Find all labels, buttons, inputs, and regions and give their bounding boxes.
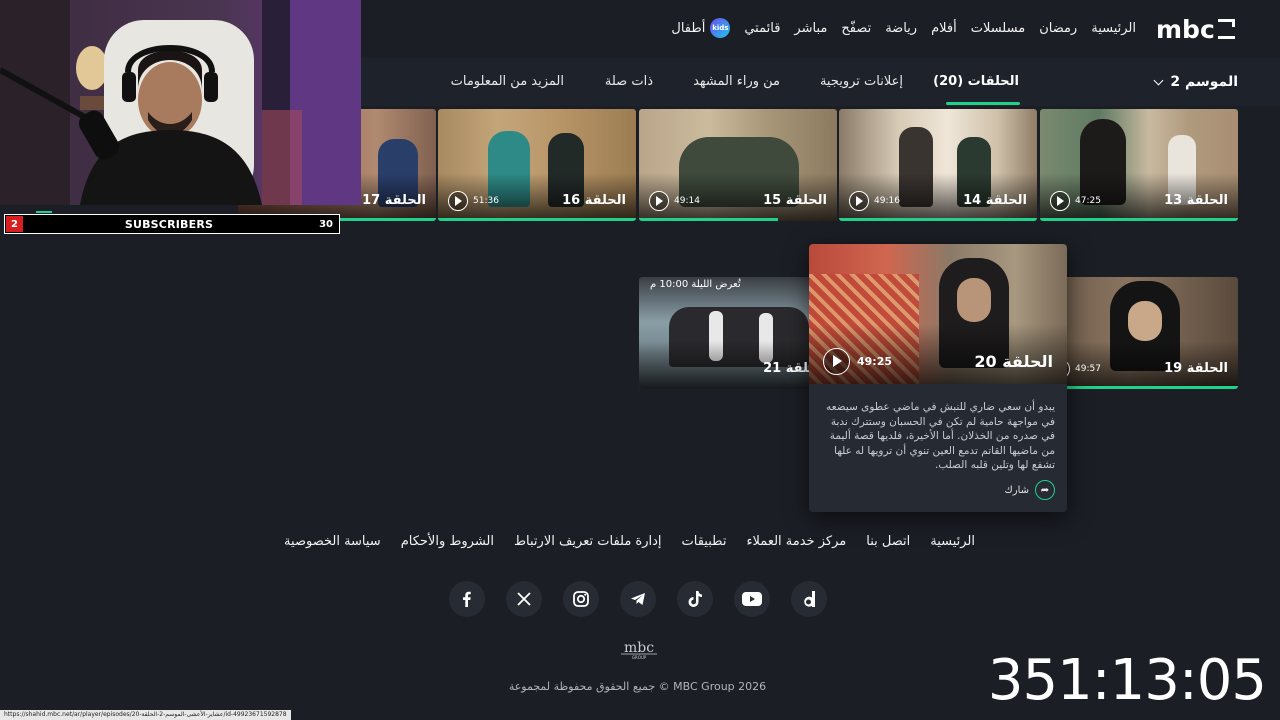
airs-tonight-label: تُعرض الليلة 10:00 م [650, 279, 741, 290]
footer-link-cookies[interactable]: إدارة ملفات تعريف الارتباط [514, 534, 662, 549]
episode-card-14[interactable]: الحلقة 14 49:16 [839, 109, 1037, 221]
watch-progress [1040, 218, 1238, 221]
webcam-overlay [0, 0, 361, 205]
episode-duration: 47:25 [1075, 196, 1101, 206]
season-dropdown[interactable]: الموسم 2 [1153, 74, 1238, 90]
footer-link-customer-service[interactable]: مركز خدمة العملاء [746, 534, 846, 549]
facebook-icon[interactable] [449, 581, 485, 617]
episode-card-21[interactable]: الحلقة 21 [639, 277, 837, 389]
episode-card-16[interactable]: الحلقة 16 51:36 [438, 109, 636, 221]
episode-duration: 49:14 [674, 196, 700, 206]
episode-title: الحلقة 17 [362, 193, 426, 208]
episode-title: الحلقة 19 [1164, 361, 1228, 376]
play-button[interactable]: 49:16 [849, 191, 900, 211]
instagram-icon[interactable] [563, 581, 599, 617]
footer-link-terms[interactable]: الشروط والأحكام [401, 534, 494, 549]
subscriber-progress-fill [36, 211, 53, 213]
mbc-group-logo: mbc GROUP [621, 640, 657, 660]
episode-title: الحلقة 14 [963, 193, 1027, 208]
stream-timer: 351:13:05 [987, 648, 1267, 713]
watch-progress [639, 218, 778, 221]
tab-related[interactable]: ذات صلة [605, 74, 653, 89]
subscriber-count: 2 [6, 216, 23, 232]
x-icon[interactable] [506, 581, 542, 617]
watch-progress [839, 218, 1037, 221]
play-icon [448, 191, 468, 211]
status-bar-url: https://shahid.mbc.net/ar/player/episode… [0, 710, 291, 720]
episode-duration: 49:25 [857, 355, 893, 368]
active-tab-indicator [946, 102, 1020, 105]
play-button[interactable]: 51:36 [448, 191, 499, 211]
play-icon [649, 191, 669, 211]
play-button[interactable]: 47:25 [1050, 191, 1101, 211]
tab-more-info[interactable]: المزيد من المعلومات [451, 74, 564, 89]
episode-hover-card[interactable]: الحلقة 20 49:25 يبدو أن سعي ضاري للنبش ف… [809, 244, 1067, 512]
telegram-icon[interactable] [620, 581, 656, 617]
episode-title: الحلقة 15 [763, 193, 827, 208]
play-button[interactable]: 49:14 [649, 191, 700, 211]
footer-link-contact[interactable]: اتصل بنا [866, 534, 910, 549]
social-links [449, 581, 827, 617]
episode-duration: 49:16 [874, 196, 900, 206]
play-button[interactable]: 49:25 [823, 348, 892, 375]
episode-duration: 51:36 [473, 196, 499, 206]
episode-card-19[interactable]: الحلقة 19 49:57 [1040, 277, 1238, 389]
episode-title: الحلقة 20 [974, 352, 1053, 371]
tab-trailers[interactable]: إعلانات ترويجية [820, 74, 903, 89]
nav-ramadan[interactable]: رمضان [1039, 21, 1077, 36]
episode-title: الحلقة 16 [562, 193, 626, 208]
subscriber-label: SUBSCRIBERS [124, 217, 214, 231]
episode-description: يبدو أن سعي ضاري للنبش في ماضي عطوى سيضع… [826, 401, 1055, 471]
tab-episodes[interactable]: الحلقات (20) [933, 74, 1019, 89]
play-icon [849, 191, 869, 211]
footer-links: الرئيسية اتصل بنا مركز خدمة العملاء تطبي… [284, 534, 975, 549]
nav-my-list[interactable]: قائمتي [744, 21, 780, 36]
tiktok-icon[interactable] [677, 581, 713, 617]
nav-menu: الرئيسية رمضان مسلسلات أفلام رياضة تصفّح… [671, 18, 1136, 38]
watch-progress [1040, 386, 1238, 389]
episode-card-13[interactable]: الحلقة 13 47:25 [1040, 109, 1238, 221]
youtube-icon[interactable] [734, 581, 770, 617]
mbc-logo[interactable]: mbc [1156, 14, 1238, 44]
subscriber-progress-track [36, 211, 266, 213]
nav-sports[interactable]: رياضة [885, 21, 917, 36]
chevron-down-icon [1153, 75, 1164, 85]
footer-link-apps[interactable]: تطبيقات [682, 534, 727, 549]
dailymotion-icon[interactable] [791, 581, 827, 617]
tab-behind-the-scenes[interactable]: من وراء المشهد [693, 74, 780, 89]
svg-text:GROUP: GROUP [632, 655, 647, 660]
subscriber-goal: 30 [319, 218, 333, 230]
play-icon [1050, 191, 1070, 211]
footer-link-privacy[interactable]: سياسة الخصوصية [284, 534, 381, 549]
share-icon: ➦ [1035, 480, 1055, 500]
episode-duration: 49:57 [1075, 364, 1101, 374]
season-label: الموسم 2 [1170, 74, 1238, 90]
play-icon [823, 348, 850, 375]
nav-series[interactable]: مسلسلات [971, 21, 1025, 36]
nav-kids[interactable]: kids أطفال [671, 18, 731, 38]
svg-text:mbc: mbc [624, 640, 654, 656]
svg-text:mbc: mbc [1156, 15, 1215, 44]
subscriber-goal-bar: 2 SUBSCRIBERS 30 [4, 214, 340, 234]
share-label: شارك [1004, 484, 1030, 496]
nav-browse[interactable]: تصفّح [841, 21, 871, 36]
nav-home[interactable]: الرئيسية [1091, 21, 1136, 36]
nav-kids-label: أطفال [671, 20, 706, 36]
episode-card-15[interactable]: الحلقة 15 49:14 [639, 109, 837, 221]
footer-link-home[interactable]: الرئيسية [930, 534, 975, 549]
episode-title: الحلقة 13 [1164, 193, 1228, 208]
nav-movies[interactable]: أفلام [931, 21, 957, 36]
watch-progress [438, 218, 636, 221]
nav-live[interactable]: مباشر [794, 21, 827, 36]
kids-icon: kids [710, 18, 731, 38]
share-button[interactable]: ➦ شارك [1004, 480, 1055, 500]
